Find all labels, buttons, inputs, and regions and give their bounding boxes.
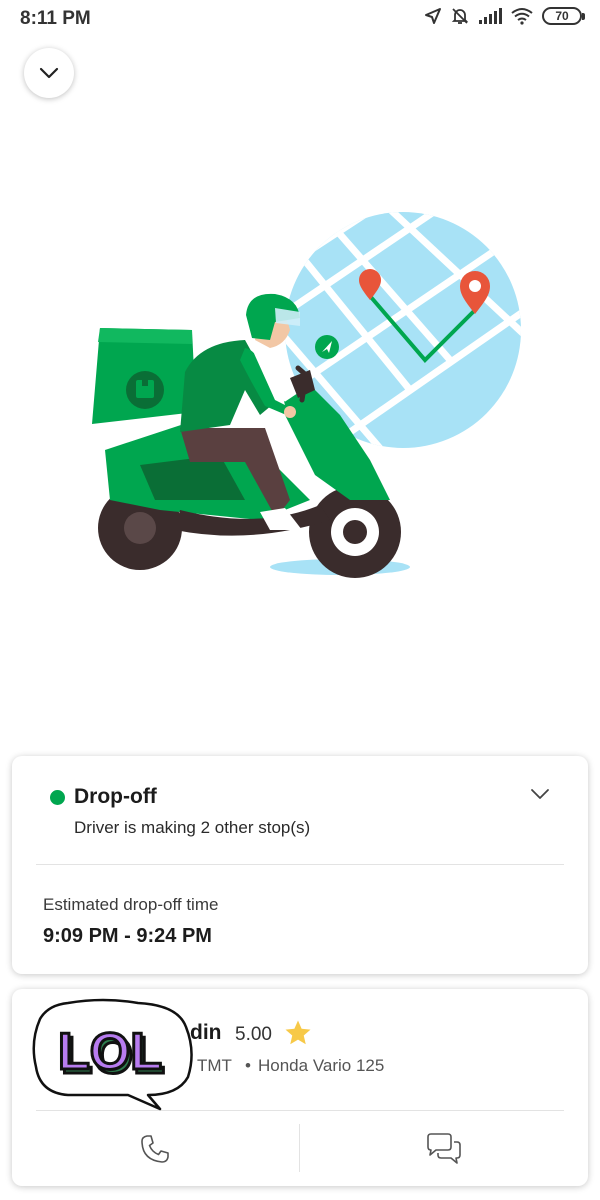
driver-rating: 5.00 (235, 1024, 272, 1045)
lol-sticker: LOL LOL (32, 998, 193, 1111)
status-icons: 70 (424, 6, 585, 26)
navigation-arrow-icon (315, 335, 339, 359)
status-dot (50, 790, 65, 805)
vehicle-model: Honda Vario 125 (258, 1056, 385, 1075)
delivery-box (92, 328, 196, 424)
chevron-down-icon (39, 67, 59, 79)
status-bar: 8:11 PM 70 (0, 0, 600, 36)
chevron-down-icon[interactable] (530, 788, 550, 800)
status-time: 8:11 PM (20, 8, 91, 29)
location-arrow-icon (425, 8, 441, 24)
divider (36, 864, 564, 865)
sticker-text: LOL (58, 1023, 162, 1081)
signal-icon (479, 8, 502, 24)
dropoff-title: Drop-off (74, 785, 157, 808)
delivery-rider-illustration (92, 212, 521, 578)
plate-number: TMT (197, 1056, 232, 1075)
eta-value: 9:09 PM - 9:24 PM (43, 925, 212, 947)
dropoff-card[interactable]: Drop-off Driver is making 2 other stop(s… (12, 756, 588, 974)
phone-icon (141, 1135, 169, 1163)
call-button[interactable] (132, 1129, 178, 1169)
chat-button[interactable] (419, 1129, 469, 1169)
star-icon (285, 1020, 311, 1045)
collapse-button[interactable] (24, 48, 74, 98)
battery-icon: 70 (542, 7, 585, 25)
action-divider (299, 1124, 300, 1172)
chat-icon (427, 1133, 461, 1164)
wifi-icon (511, 8, 533, 25)
eta-label: Estimated drop-off time (43, 895, 219, 914)
dropoff-subtitle: Driver is making 2 other stop(s) (74, 818, 311, 837)
separator: • (245, 1056, 251, 1075)
bell-muted-icon (451, 8, 469, 24)
